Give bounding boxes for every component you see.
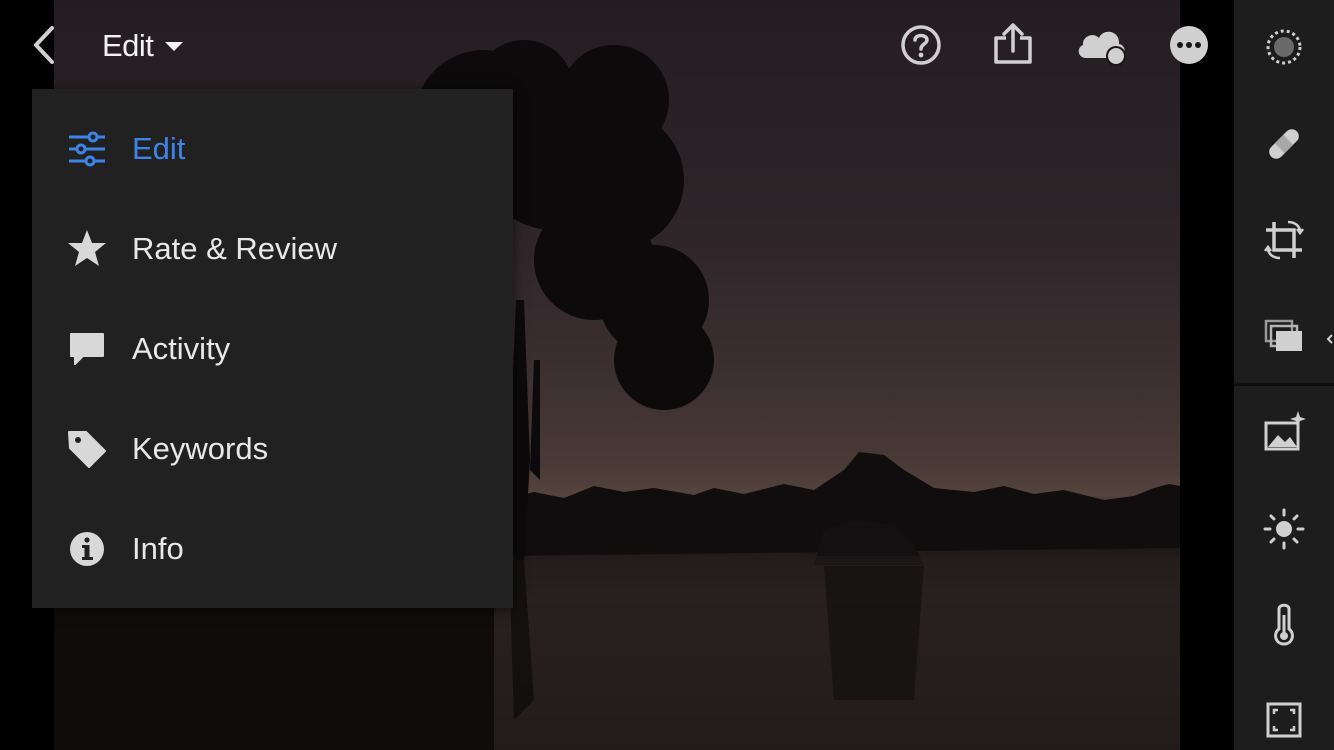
info-icon xyxy=(70,532,104,566)
crop-rotate-tool[interactable] xyxy=(1262,218,1306,262)
menu-item-keywords[interactable]: Keywords xyxy=(32,399,513,499)
more-icon xyxy=(1170,26,1208,64)
effects-tool[interactable] xyxy=(1262,698,1306,742)
effects-icon xyxy=(1266,702,1302,738)
menu-item-info[interactable]: Info xyxy=(32,499,513,599)
selective-edit-icon xyxy=(1266,29,1302,65)
selective-edit-tool[interactable] xyxy=(1262,25,1306,69)
auto-enhance-icon xyxy=(1264,411,1306,451)
menu-item-activity[interactable]: Activity xyxy=(32,299,513,399)
menu-item-label: Rate & Review xyxy=(132,231,338,266)
more-options-button[interactable] xyxy=(1166,22,1212,68)
light-tool[interactable] xyxy=(1262,507,1306,551)
chevron-left-icon xyxy=(34,26,54,64)
menu-item-rate-review[interactable]: Rate & Review xyxy=(32,199,513,299)
menu-item-label: Activity xyxy=(132,331,231,366)
presets-icon xyxy=(1264,319,1302,351)
menu-item-label: Keywords xyxy=(132,431,269,466)
speech-bubble-icon xyxy=(70,333,104,365)
mode-label: Edit xyxy=(102,28,154,63)
share-icon xyxy=(994,23,1032,64)
mode-switcher-button[interactable]: Edit xyxy=(102,24,184,68)
color-temperature-icon xyxy=(1274,603,1294,646)
panel-expand-icon[interactable] xyxy=(1325,333,1334,345)
share-button[interactable] xyxy=(990,22,1036,68)
auto-enhance-tool[interactable] xyxy=(1262,409,1306,453)
mode-dropdown-menu: Edit Rate & Review Activity Keywords Inf… xyxy=(32,89,513,608)
back-button[interactable] xyxy=(28,24,62,66)
help-icon xyxy=(901,25,941,65)
sliders-icon xyxy=(69,131,105,167)
presets-tool[interactable] xyxy=(1262,313,1306,357)
color-temperature-tool[interactable] xyxy=(1262,603,1306,647)
menu-item-label: Edit xyxy=(132,131,186,166)
menu-item-label: Info xyxy=(132,531,184,566)
crop-rotate-icon xyxy=(1264,220,1304,260)
cloud-sync-button[interactable] xyxy=(1074,22,1132,68)
star-icon xyxy=(68,230,106,266)
tag-icon xyxy=(68,431,106,468)
help-button[interactable] xyxy=(898,22,944,68)
healing-brush-icon xyxy=(1269,129,1299,159)
toolbar-divider xyxy=(1234,383,1334,386)
menu-item-edit[interactable]: Edit xyxy=(32,99,513,199)
caret-down-icon xyxy=(165,41,184,51)
cloud-sync-icon xyxy=(1078,31,1126,66)
healing-brush-tool[interactable] xyxy=(1262,122,1306,166)
light-icon xyxy=(1263,508,1305,550)
